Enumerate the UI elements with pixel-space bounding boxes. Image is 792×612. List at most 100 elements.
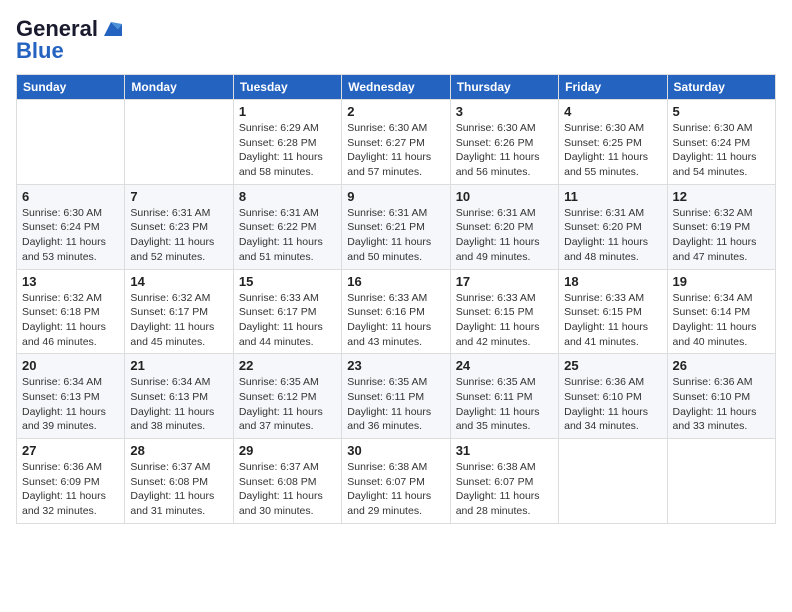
day-number: 14 [130,274,227,289]
day-detail: Sunrise: 6:32 AMSunset: 6:19 PMDaylight:… [673,206,770,265]
day-number: 22 [239,358,336,373]
weekday-header-wednesday: Wednesday [342,75,450,100]
logo-blue: Blue [16,38,64,64]
day-number: 21 [130,358,227,373]
day-detail: Sunrise: 6:32 AMSunset: 6:17 PMDaylight:… [130,291,227,350]
logo: General Blue [16,16,122,64]
day-number: 8 [239,189,336,204]
calendar-cell [667,439,775,524]
day-detail: Sunrise: 6:29 AMSunset: 6:28 PMDaylight:… [239,121,336,180]
day-detail: Sunrise: 6:31 AMSunset: 6:20 PMDaylight:… [456,206,553,265]
day-detail: Sunrise: 6:37 AMSunset: 6:08 PMDaylight:… [239,460,336,519]
day-number: 28 [130,443,227,458]
calendar-cell: 17 Sunrise: 6:33 AMSunset: 6:15 PMDayligh… [450,269,558,354]
calendar-cell: 10 Sunrise: 6:31 AMSunset: 6:20 PMDayligh… [450,184,558,269]
calendar-cell: 31 Sunrise: 6:38 AMSunset: 6:07 PMDayligh… [450,439,558,524]
calendar-cell: 21 Sunrise: 6:34 AMSunset: 6:13 PMDayligh… [125,354,233,439]
day-detail: Sunrise: 6:35 AMSunset: 6:12 PMDaylight:… [239,375,336,434]
day-number: 25 [564,358,661,373]
day-number: 11 [564,189,661,204]
day-detail: Sunrise: 6:33 AMSunset: 6:16 PMDaylight:… [347,291,444,350]
calendar-cell: 23 Sunrise: 6:35 AMSunset: 6:11 PMDayligh… [342,354,450,439]
week-row-3: 13 Sunrise: 6:32 AMSunset: 6:18 PMDayligh… [17,269,776,354]
day-detail: Sunrise: 6:31 AMSunset: 6:23 PMDaylight:… [130,206,227,265]
calendar-cell: 9 Sunrise: 6:31 AMSunset: 6:21 PMDaylight… [342,184,450,269]
day-number: 5 [673,104,770,119]
week-row-4: 20Sunrise: 6:34 AMSunset: 6:13 PMDayligh… [17,354,776,439]
day-number: 1 [239,104,336,119]
day-detail: Sunrise: 6:34 AMSunset: 6:13 PMDaylight:… [22,375,119,434]
calendar-cell: 2 Sunrise: 6:30 AMSunset: 6:27 PMDaylight… [342,100,450,185]
calendar-cell: 12 Sunrise: 6:32 AMSunset: 6:19 PMDayligh… [667,184,775,269]
day-detail: Sunrise: 6:34 AMSunset: 6:14 PMDaylight:… [673,291,770,350]
calendar-cell: 14 Sunrise: 6:32 AMSunset: 6:17 PMDayligh… [125,269,233,354]
calendar-cell: 27Sunrise: 6:36 AMSunset: 6:09 PMDayligh… [17,439,125,524]
calendar-cell: 25 Sunrise: 6:36 AMSunset: 6:10 PMDayligh… [559,354,667,439]
day-detail: Sunrise: 6:31 AMSunset: 6:21 PMDaylight:… [347,206,444,265]
day-number: 2 [347,104,444,119]
day-number: 9 [347,189,444,204]
calendar-cell: 4Sunrise: 6:30 AMSunset: 6:25 PMDaylight… [559,100,667,185]
day-detail: Sunrise: 6:33 AMSunset: 6:15 PMDaylight:… [564,291,661,350]
day-number: 23 [347,358,444,373]
calendar-cell: 6 Sunrise: 6:30 AMSunset: 6:24 PMDaylight… [17,184,125,269]
weekday-header-saturday: Saturday [667,75,775,100]
day-detail: Sunrise: 6:33 AMSunset: 6:15 PMDaylight:… [456,291,553,350]
week-row-5: 27Sunrise: 6:36 AMSunset: 6:09 PMDayligh… [17,439,776,524]
calendar-cell [17,100,125,185]
day-number: 18 [564,274,661,289]
day-detail: Sunrise: 6:37 AMSunset: 6:08 PMDaylight:… [130,460,227,519]
day-detail: Sunrise: 6:30 AMSunset: 6:27 PMDaylight:… [347,121,444,180]
day-number: 13 [22,274,119,289]
weekday-header-friday: Friday [559,75,667,100]
day-detail: Sunrise: 6:36 AMSunset: 6:10 PMDaylight:… [564,375,661,434]
day-number: 31 [456,443,553,458]
day-detail: Sunrise: 6:31 AMSunset: 6:20 PMDaylight:… [564,206,661,265]
weekday-header-tuesday: Tuesday [233,75,341,100]
day-number: 24 [456,358,553,373]
weekday-header-thursday: Thursday [450,75,558,100]
calendar-cell: 5 Sunrise: 6:30 AMSunset: 6:24 PMDaylight… [667,100,775,185]
day-number: 10 [456,189,553,204]
calendar-cell: 13 Sunrise: 6:32 AMSunset: 6:18 PMDayligh… [17,269,125,354]
day-detail: Sunrise: 6:36 AMSunset: 6:10 PMDaylight:… [673,375,770,434]
day-detail: Sunrise: 6:34 AMSunset: 6:13 PMDaylight:… [130,375,227,434]
day-number: 30 [347,443,444,458]
calendar-cell: 28 Sunrise: 6:37 AMSunset: 6:08 PMDayligh… [125,439,233,524]
day-number: 6 [22,189,119,204]
calendar-cell: 1 Sunrise: 6:29 AMSunset: 6:28 PMDaylight… [233,100,341,185]
calendar-cell: 11 Sunrise: 6:31 AMSunset: 6:20 PMDayligh… [559,184,667,269]
calendar-cell [125,100,233,185]
calendar-cell: 18 Sunrise: 6:33 AMSunset: 6:15 PMDayligh… [559,269,667,354]
day-detail: Sunrise: 6:38 AMSunset: 6:07 PMDaylight:… [456,460,553,519]
day-number: 29 [239,443,336,458]
day-detail: Sunrise: 6:30 AMSunset: 6:25 PMDaylight:… [564,121,661,180]
week-row-2: 6 Sunrise: 6:30 AMSunset: 6:24 PMDaylight… [17,184,776,269]
day-number: 3 [456,104,553,119]
day-detail: Sunrise: 6:35 AMSunset: 6:11 PMDaylight:… [456,375,553,434]
day-number: 26 [673,358,770,373]
day-detail: Sunrise: 6:30 AMSunset: 6:24 PMDaylight:… [673,121,770,180]
calendar-cell [559,439,667,524]
day-number: 15 [239,274,336,289]
day-detail: Sunrise: 6:33 AMSunset: 6:17 PMDaylight:… [239,291,336,350]
day-number: 12 [673,189,770,204]
day-number: 19 [673,274,770,289]
calendar-cell: 20Sunrise: 6:34 AMSunset: 6:13 PMDayligh… [17,354,125,439]
calendar-cell: 3Sunrise: 6:30 AMSunset: 6:26 PMDaylight… [450,100,558,185]
calendar-cell: 29 Sunrise: 6:37 AMSunset: 6:08 PMDayligh… [233,439,341,524]
day-detail: Sunrise: 6:31 AMSunset: 6:22 PMDaylight:… [239,206,336,265]
calendar-cell: 30Sunrise: 6:38 AMSunset: 6:07 PMDayligh… [342,439,450,524]
day-detail: Sunrise: 6:35 AMSunset: 6:11 PMDaylight:… [347,375,444,434]
calendar-cell: 24 Sunrise: 6:35 AMSunset: 6:11 PMDayligh… [450,354,558,439]
page-header: General Blue [16,16,776,64]
day-number: 27 [22,443,119,458]
calendar-cell: 15 Sunrise: 6:33 AMSunset: 6:17 PMDayligh… [233,269,341,354]
calendar-cell: 19 Sunrise: 6:34 AMSunset: 6:14 PMDayligh… [667,269,775,354]
day-detail: Sunrise: 6:32 AMSunset: 6:18 PMDaylight:… [22,291,119,350]
weekday-header-sunday: Sunday [17,75,125,100]
calendar-table: SundayMondayTuesdayWednesdayThursdayFrid… [16,74,776,524]
weekday-header-row: SundayMondayTuesdayWednesdayThursdayFrid… [17,75,776,100]
day-number: 17 [456,274,553,289]
day-detail: Sunrise: 6:30 AMSunset: 6:24 PMDaylight:… [22,206,119,265]
